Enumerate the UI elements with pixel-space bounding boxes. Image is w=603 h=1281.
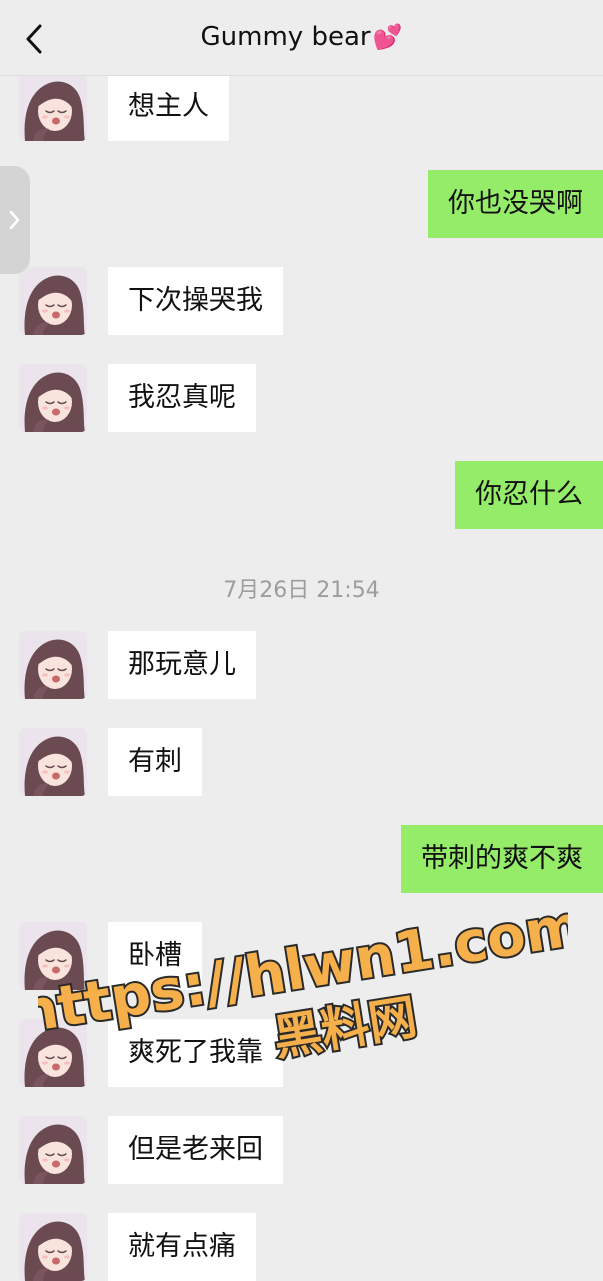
chat-title-text: Gummy bear [200,22,371,52]
contact-avatar[interactable] [19,364,87,432]
anime-girl-avatar-icon [19,73,87,141]
contact-avatar[interactable] [19,728,87,796]
chat-header: Gummy bear💕 [0,0,603,76]
outgoing-message-bubble[interactable]: 你也没哭啊 [428,170,603,238]
contact-avatar[interactable] [19,1213,87,1281]
watermark-site-name: 黑料网 [270,989,421,1067]
anime-girl-avatar-icon [19,631,87,699]
contact-avatar[interactable] [19,1019,87,1087]
incoming-message-bubble[interactable]: 爽死了我靠 [108,1019,283,1087]
incoming-message-bubble[interactable]: 我忍真呢 [108,364,256,432]
contact-avatar[interactable] [19,631,87,699]
anime-girl-avatar-icon [19,922,87,990]
contact-avatar[interactable] [19,73,87,141]
outgoing-message-bubble[interactable]: 带刺的爽不爽 [401,825,603,893]
heart-emoji-icon: 💕 [372,23,403,51]
anime-girl-avatar-icon [19,1116,87,1184]
chat-title: Gummy bear💕 [0,22,603,52]
anime-girl-avatar-icon [19,728,87,796]
anime-girl-avatar-icon [19,1213,87,1281]
side-drawer-handle[interactable] [0,166,30,274]
incoming-message-bubble[interactable]: 但是老来回 [108,1116,283,1184]
chevron-right-icon [9,210,20,230]
incoming-message-bubble[interactable]: 有刺 [108,728,202,796]
incoming-message-bubble[interactable]: 想主人 [108,73,229,141]
incoming-message-bubble[interactable]: 就有点痛 [108,1213,256,1281]
incoming-message-bubble[interactable]: 下次操哭我 [108,267,283,335]
anime-girl-avatar-icon [19,364,87,432]
contact-avatar[interactable] [19,267,87,335]
contact-avatar[interactable] [19,922,87,990]
anime-girl-avatar-icon [19,1019,87,1087]
incoming-message-bubble[interactable]: 那玩意儿 [108,631,256,699]
message-timestamp: 7月26日 21:54 [223,578,380,603]
outgoing-message-bubble[interactable]: 你忍什么 [455,461,603,529]
anime-girl-avatar-icon [19,267,87,335]
incoming-message-bubble[interactable]: 卧槽 [108,922,202,990]
contact-avatar[interactable] [19,1116,87,1184]
